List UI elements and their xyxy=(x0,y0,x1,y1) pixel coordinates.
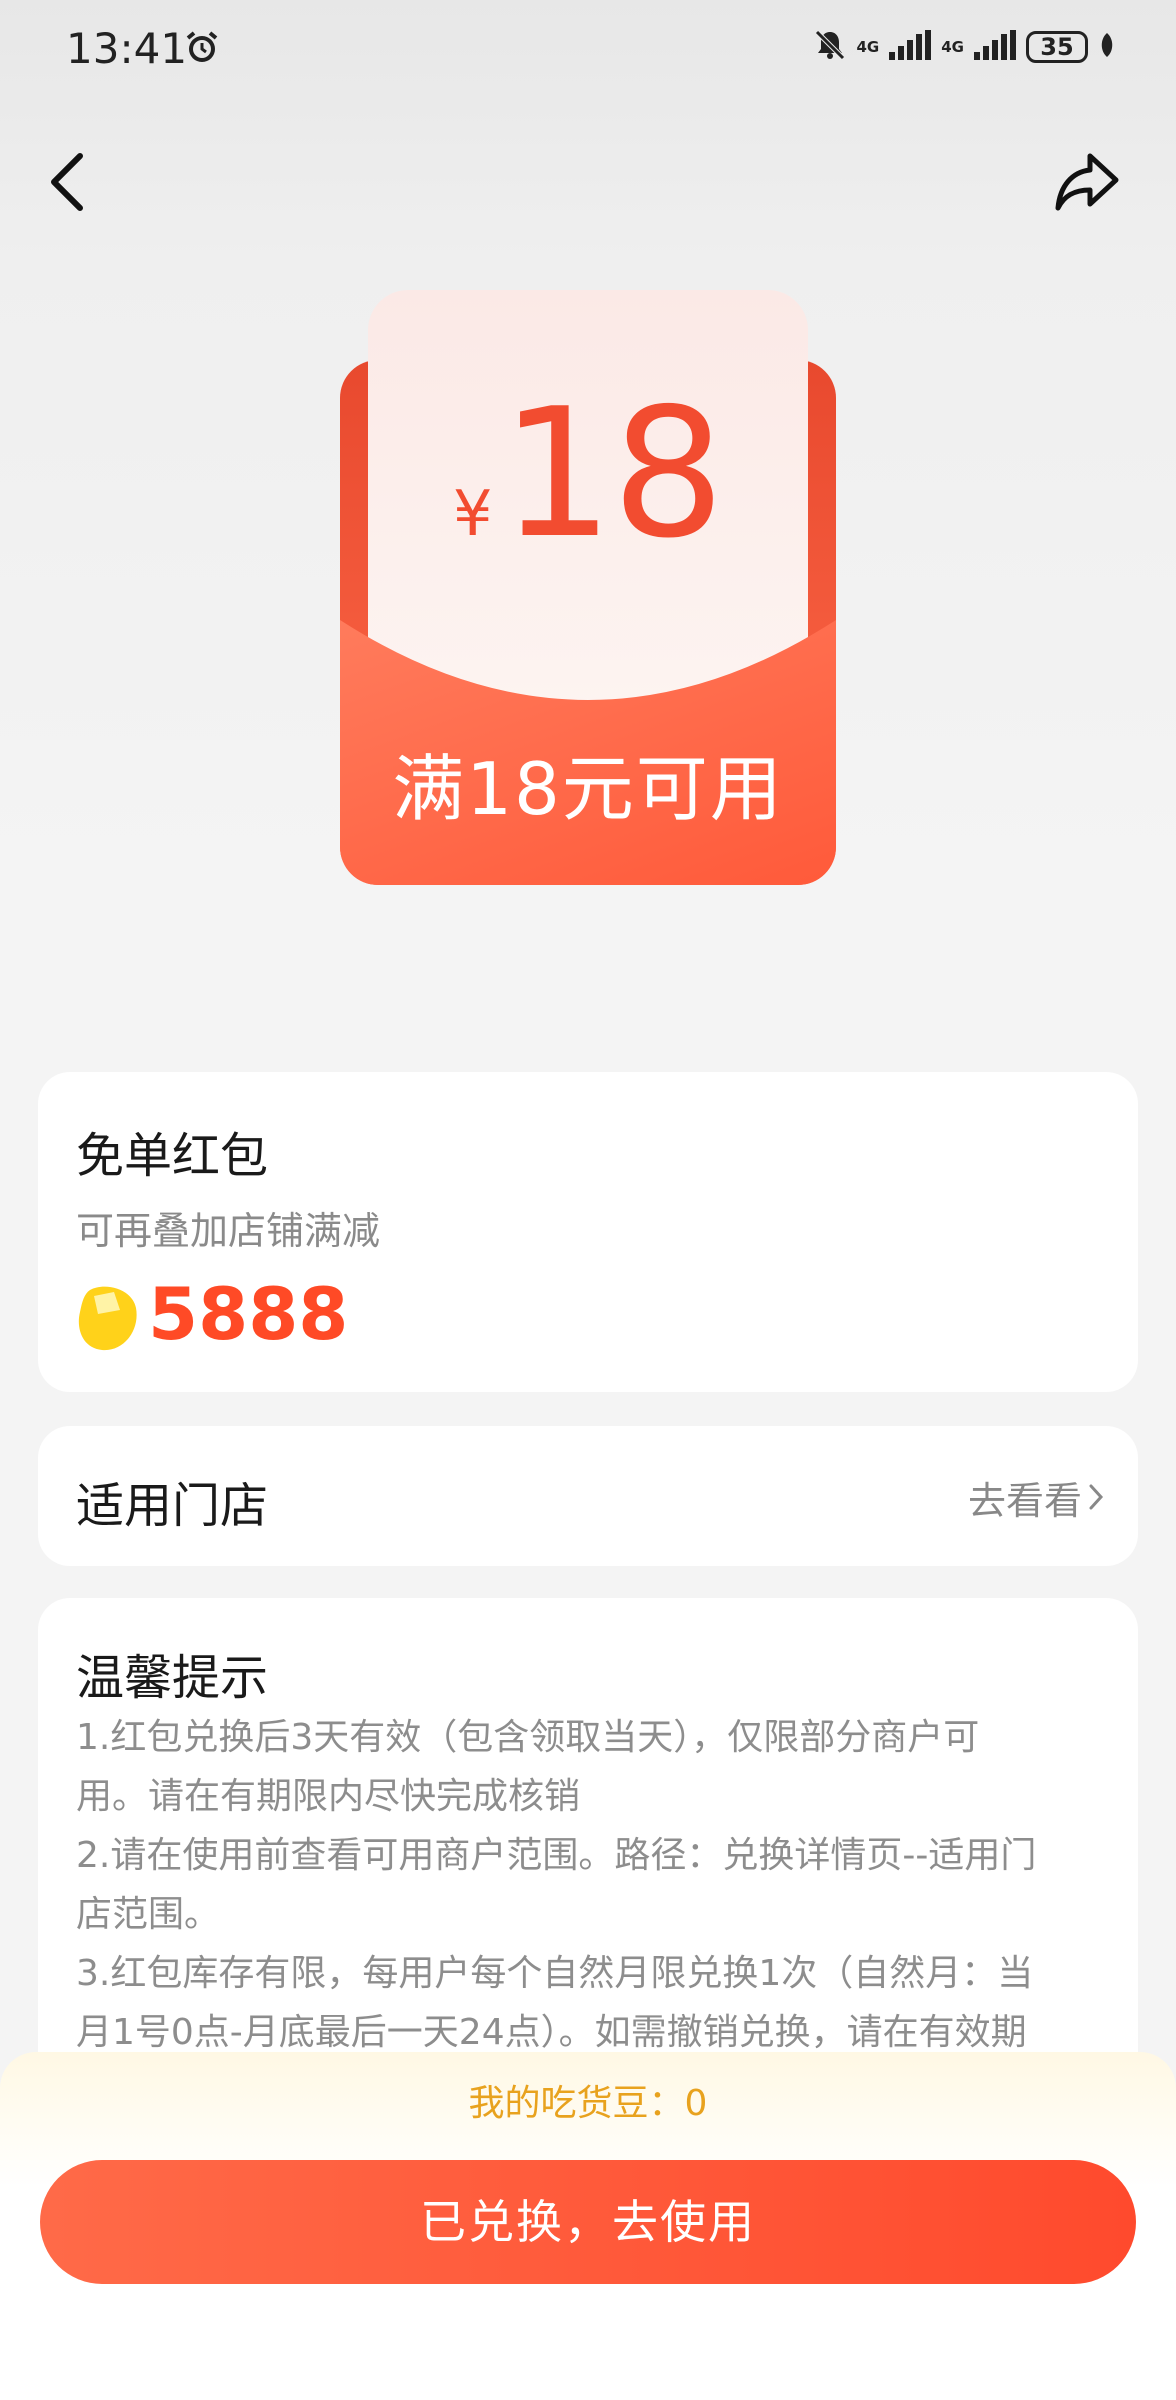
back-button[interactable] xyxy=(46,150,88,218)
offer-card: 免单红包 可再叠加店铺满减 5888 xyxy=(38,1072,1138,1392)
stores-card[interactable]: 适用门店 去看看 xyxy=(38,1426,1138,1566)
battery-icon: 35 xyxy=(1026,31,1088,63)
mute-bell-icon xyxy=(813,28,847,66)
tip-line: 2.请在使用前查看可用商户范围。路径：兑换详情页--适用门 xyxy=(76,1835,1037,1876)
signal-icon xyxy=(889,30,932,64)
offer-subtitle: 可再叠加店铺满减 xyxy=(76,1209,381,1253)
coupon-amount: ¥18 xyxy=(340,370,836,577)
stores-title: 适用门店 xyxy=(76,1478,269,1534)
coupon-envelope: ¥18 满18元可用 xyxy=(340,290,836,885)
amount-value: 18 xyxy=(500,370,724,577)
status-bar: 13:41 4G 4G 35 xyxy=(0,0,1176,100)
chevron-right-icon xyxy=(1088,1476,1104,1520)
alarm-icon xyxy=(184,30,220,70)
tip-line: 1.红包兑换后3天有效（包含领取当天），仅限部分商户可 xyxy=(76,1717,980,1758)
bottom-action-bar: 我的吃货豆：0 已兑换，去使用 xyxy=(0,2052,1176,2400)
use-coupon-button[interactable]: 已兑换，去使用 xyxy=(40,2160,1136,2284)
currency-symbol: ¥ xyxy=(453,477,493,550)
offer-title: 免单红包 xyxy=(76,1128,269,1184)
beans-balance: 我的吃货豆：0 xyxy=(468,2083,708,2124)
network-type-1: 4G xyxy=(856,38,880,56)
tip-line: 3.红包库存有限，每用户每个自然月限兑换1次（自然月：当 xyxy=(76,1953,1034,1994)
view-stores-link[interactable]: 去看看 xyxy=(968,1470,1104,1525)
view-stores-label: 去看看 xyxy=(967,1479,1082,1523)
status-time: 13:41 xyxy=(66,24,188,73)
share-button[interactable] xyxy=(1052,150,1122,218)
coin-icon xyxy=(74,1282,142,1358)
network-type-2: 4G xyxy=(941,38,964,56)
signal-icon-2 xyxy=(974,30,1016,64)
status-indicators: 4G 4G 35 xyxy=(813,28,1117,66)
coupon-threshold: 满18元可用 xyxy=(392,747,784,831)
tip-line: 店范围。 xyxy=(76,1894,221,1935)
tips-list: 1.红包兑换后3天有效（包含领取当天），仅限部分商户可 用。请在有期限内尽快完成… xyxy=(76,1708,1106,2062)
leaf-icon xyxy=(1098,31,1116,63)
points-cost: 5888 xyxy=(148,1272,349,1356)
tips-title: 温馨提示 xyxy=(76,1650,269,1706)
tip-line: 用。请在有期限内尽快完成核销 xyxy=(76,1776,581,1817)
